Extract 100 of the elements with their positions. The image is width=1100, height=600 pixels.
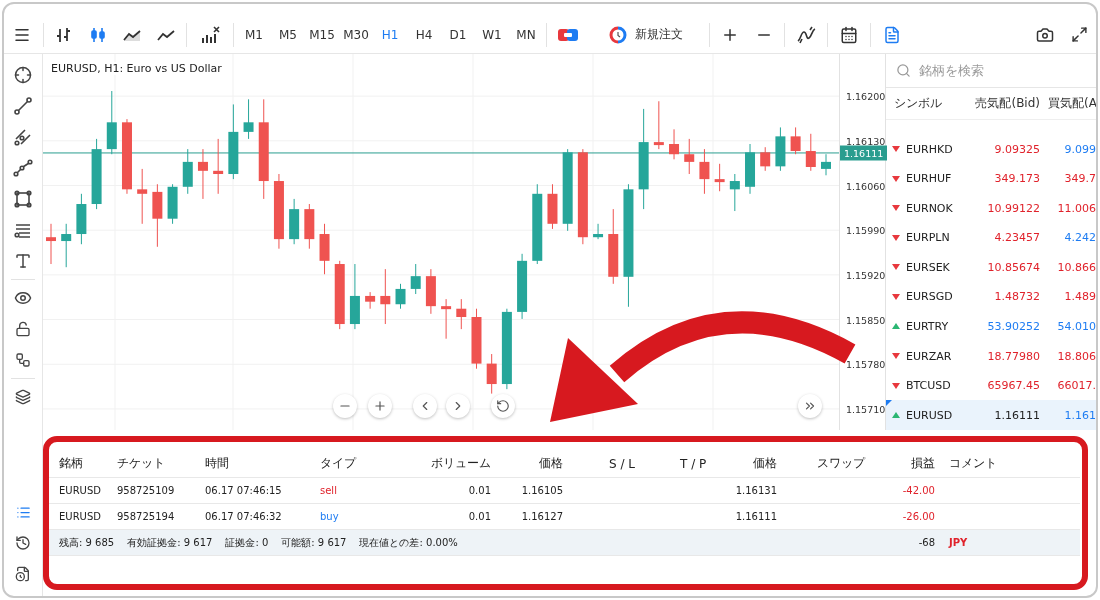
column-header: 売気配(Bid) xyxy=(974,95,1041,113)
timeframe-button[interactable]: W1 xyxy=(475,19,509,50)
timeframe-button[interactable]: D1 xyxy=(441,19,475,50)
timeframe-button[interactable]: M5 xyxy=(271,19,305,50)
table-cell-text: 06.17 07:46:32 xyxy=(205,511,283,522)
chart-title: EURUSD, H1: Euro vs US Dollar xyxy=(51,62,222,75)
timeframe-button[interactable]: MN xyxy=(509,19,543,50)
price-label: 1.15850 xyxy=(846,314,886,326)
ask-price: 1.489 xyxy=(1063,290,1096,304)
currency-label: JPY xyxy=(947,537,969,548)
candle xyxy=(137,168,148,225)
candle xyxy=(349,263,360,330)
candle xyxy=(486,353,497,395)
ask-price: 9.099 xyxy=(1063,142,1096,156)
candle xyxy=(410,263,421,295)
candle xyxy=(760,146,771,172)
bid-price: 9.09325 xyxy=(993,142,1041,156)
symbol-text: EURSGD xyxy=(906,290,953,304)
candle xyxy=(197,148,208,200)
watchlist-row[interactable]: EURHUF 349.173 349.7 xyxy=(886,163,1096,194)
candle xyxy=(106,90,117,155)
table-cell-text: 1.16111 xyxy=(734,511,777,522)
ask-price: 54.010 xyxy=(1056,320,1096,333)
timeframe-button[interactable]: M30 xyxy=(339,19,373,50)
zoom-in-icon[interactable] xyxy=(368,394,392,418)
candle xyxy=(699,148,710,195)
ask-price: 349.7 xyxy=(1063,172,1096,186)
column-header: シンボル xyxy=(893,95,943,113)
column-header: 時間 xyxy=(205,455,230,472)
column-header: 銘柄 xyxy=(58,455,84,472)
timeframe-button[interactable]: M15 xyxy=(305,19,339,50)
candle xyxy=(593,223,604,240)
column-header: チケット xyxy=(117,455,166,472)
candle xyxy=(152,183,163,248)
reset-icon[interactable] xyxy=(491,394,515,418)
ask-price: 11.006 xyxy=(1056,201,1096,215)
clock-logo-icon xyxy=(609,25,627,44)
candle xyxy=(319,223,330,275)
symbol-text: EURHKD xyxy=(906,142,953,156)
watchlist-row[interactable]: EURUSD 1.16111 1.161 xyxy=(886,400,1096,430)
table-cell-text: buy xyxy=(320,511,340,522)
ask-price: 10.866 xyxy=(1056,260,1096,274)
price-label: 1.15920 xyxy=(846,269,886,281)
timeframe-button[interactable]: H4 xyxy=(407,19,441,50)
column-header: 価格 xyxy=(752,455,777,472)
candle xyxy=(714,163,725,192)
column-header: ボリューム xyxy=(430,455,491,472)
watchlist-row[interactable]: EURPLN 4.23457 4.242 xyxy=(886,222,1096,253)
candle xyxy=(441,298,452,340)
summary-item: 残高: 9 685 xyxy=(59,536,115,548)
price-label: 1.16130 xyxy=(846,135,886,147)
watchlist-row[interactable]: EURSEK 10.85674 10.866 xyxy=(886,252,1096,283)
candle xyxy=(517,253,528,320)
watchlist-row[interactable]: EURHKD 9.09325 9.099 xyxy=(886,134,1096,164)
bid-price: 1.16111 xyxy=(993,408,1041,422)
column-header: T / P xyxy=(679,456,708,471)
watchlist-row[interactable]: EURNOK 10.99122 11.006 xyxy=(886,193,1096,223)
candle xyxy=(653,100,664,150)
candle xyxy=(821,153,831,176)
table-cell-text: -42.00 xyxy=(901,485,935,496)
scroll-to-end-icon[interactable] xyxy=(798,394,822,418)
table-cell-text: 0.01 xyxy=(467,511,491,522)
table-cell-text: 1.16131 xyxy=(734,485,777,496)
candle xyxy=(76,193,87,245)
watchlist-row[interactable]: EURZAR 18.77980 18.806 xyxy=(886,341,1096,371)
column-header: 価格 xyxy=(538,455,563,472)
candle xyxy=(182,148,193,195)
column-header: コメント xyxy=(948,455,998,472)
bid-price: 10.99122 xyxy=(986,201,1041,215)
scroll-right-icon[interactable] xyxy=(446,394,470,418)
column-header: 損益 xyxy=(910,455,935,472)
price-label: 1.16200 xyxy=(846,90,886,102)
symbol-text: EURUSD xyxy=(906,408,953,422)
new-order-button[interactable]: 新規注文 xyxy=(586,19,706,50)
ask-price: 1.161 xyxy=(1063,408,1096,422)
bid-price: 349.173 xyxy=(993,172,1041,186)
watchlist-row[interactable]: EURSGD 1.48732 1.489 xyxy=(886,282,1096,312)
symbol-text: BTCUSD xyxy=(906,379,951,393)
watchlist-row[interactable]: BTCUSD 65967.45 66017. xyxy=(886,370,1096,401)
price-label: 1.15990 xyxy=(846,224,886,236)
candle xyxy=(365,291,376,310)
table-cell-text: EURUSD xyxy=(58,485,102,496)
ask-price: 4.242 xyxy=(1063,231,1096,245)
current-price-label: 1.16111 xyxy=(840,145,888,161)
candle xyxy=(805,133,816,172)
table-cell-text: 06.17 07:46:15 xyxy=(205,485,283,496)
table-cell-text: 958725109 xyxy=(117,485,176,496)
candle xyxy=(669,128,680,160)
summary-item: 可能額: 9 617 xyxy=(281,536,347,548)
scroll-left-icon[interactable] xyxy=(413,394,437,418)
column-header: 買気配(A xyxy=(1047,95,1096,113)
timeframe-button[interactable]: H1 xyxy=(373,19,407,50)
candle xyxy=(729,173,740,212)
ask-price: 66017. xyxy=(1056,379,1096,393)
table-cell-text: 958725194 xyxy=(117,511,176,522)
symbol-text: EURTRY xyxy=(906,320,949,333)
search-icon xyxy=(896,63,911,79)
watchlist-row[interactable]: EURTRY 53.90252 54.010 xyxy=(886,311,1096,342)
timeframe-button[interactable]: M1 xyxy=(237,19,271,50)
selection-marker xyxy=(886,400,892,407)
